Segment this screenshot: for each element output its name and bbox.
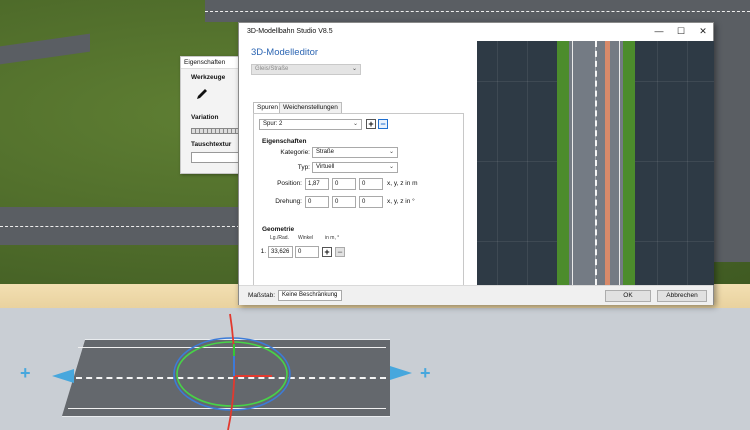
geometry-row-index: 1.	[260, 248, 266, 255]
geometry-units-header: in m, °	[325, 235, 340, 241]
typ-label: Typ:	[297, 164, 310, 171]
position-y-input[interactable]: 0	[332, 178, 356, 190]
preview-grass-right	[623, 41, 635, 285]
chevron-down-icon: ⌄	[388, 164, 394, 170]
rotation-ring-green	[176, 341, 288, 407]
swap-texture-heading: Tauschtextur	[191, 141, 232, 148]
dialog-title: 3D-Modellbahn Studio V8.5	[247, 28, 333, 35]
dialog-footer: Maßstab: Keine Beschränkung ⌄ OK Abbrech…	[239, 285, 713, 305]
background-road	[712, 22, 750, 262]
scale-label: Maßstab:	[248, 292, 276, 299]
geometry-length-input[interactable]: 33,626	[268, 246, 293, 258]
category-select: Gleis/Straße ⌄	[251, 64, 361, 75]
stretch-arrow-left-icon[interactable]	[52, 369, 74, 383]
geometry-length-header: Lg./Rad.	[270, 235, 289, 241]
preview-grid-line	[497, 41, 498, 285]
road-marking	[205, 11, 750, 12]
properties-panel: Eigenschaften Werkzeuge Variation Tausch…	[180, 56, 242, 174]
typ-value: Virtuell	[316, 164, 335, 170]
kategorie-value: Straße	[316, 149, 335, 155]
preview-axis-line	[595, 41, 596, 285]
chevron-down-icon: ⌄	[351, 66, 357, 72]
maximize-button[interactable]: ☐	[673, 25, 689, 38]
stretch-arrow-right-icon[interactable]	[390, 366, 412, 380]
preview-selected-lane	[605, 41, 610, 285]
rotation-unit: x, y, z in °	[387, 198, 415, 205]
kategorie-label: Kategorie:	[280, 149, 310, 156]
preview-grid-line	[687, 41, 688, 285]
preview-grass-left	[557, 41, 569, 285]
position-x-input[interactable]: 1,87	[305, 178, 329, 190]
transform-gizmo[interactable]	[170, 312, 300, 430]
position-label: Position:	[277, 180, 302, 187]
preview-edge-line	[572, 41, 573, 285]
preview-grid-line	[527, 41, 528, 285]
pencil-icon[interactable]	[195, 87, 209, 101]
tools-heading: Werkzeuge	[191, 74, 226, 81]
preview-grid-line	[657, 41, 658, 285]
geometry-remove-button[interactable]: −	[335, 247, 345, 257]
stretch-plus-left-icon[interactable]: +	[20, 363, 31, 384]
geometry-add-button[interactable]: +	[322, 247, 332, 257]
minimize-button[interactable]: —	[651, 25, 667, 38]
drehung-label: Drehung:	[275, 198, 302, 205]
ok-button[interactable]: OK	[605, 290, 651, 302]
lane-select-value: Spur: 2	[263, 121, 283, 127]
geometry-angle-input[interactable]: 0	[295, 246, 319, 258]
position-z-input[interactable]: 0	[359, 178, 383, 190]
rotation-y-input[interactable]: 0	[332, 196, 356, 208]
variation-selector[interactable]	[191, 128, 239, 134]
chevron-down-icon: ⌄	[388, 149, 394, 155]
cancel-button[interactable]: Abbrechen	[657, 290, 707, 302]
category-select-value: Gleis/Straße	[255, 66, 289, 72]
position-unit: x, y, z in m	[387, 180, 418, 187]
tab-weichenstellungen[interactable]: Weichenstellungen	[279, 102, 342, 113]
scale-select-value: Keine Beschränkung	[282, 292, 338, 298]
model-editor-dialog: 3D-Modellbahn Studio V8.5 — ☐ ✕ 3D-Model…	[238, 22, 714, 305]
lanes-panel: Spur: 2 ⌄ + − Eigenschaften Kategorie: S…	[253, 113, 464, 288]
variation-heading: Variation	[191, 114, 219, 121]
geometry-angle-header: Winkel	[298, 235, 314, 241]
properties-heading: Eigenschaften	[262, 138, 307, 145]
stretch-plus-right-icon[interactable]: +	[420, 363, 431, 384]
preview-edge-line	[619, 41, 620, 285]
kategorie-select[interactable]: Straße ⌄	[312, 147, 398, 158]
rotation-x-input[interactable]: 0	[305, 196, 329, 208]
dialog-titlebar[interactable]: 3D-Modellbahn Studio V8.5 — ☐ ✕	[239, 23, 713, 41]
chevron-down-icon: ⌄	[332, 292, 338, 298]
road-marking	[0, 226, 240, 227]
swap-texture-field[interactable]	[191, 152, 239, 163]
editor-left-pane: 3D-Modelleditor Gleis/Straße ⌄ Spuren We…	[239, 41, 477, 288]
properties-panel-title: Eigenschaften	[181, 57, 241, 69]
typ-select[interactable]: Virtuell ⌄	[312, 162, 398, 173]
rotation-z-input[interactable]: 0	[359, 196, 383, 208]
remove-lane-button[interactable]: −	[378, 119, 388, 129]
editor-heading: 3D-Modelleditor	[251, 47, 319, 58]
lane-select[interactable]: Spur: 2 ⌄	[259, 119, 362, 130]
scale-select[interactable]: Keine Beschränkung ⌄	[278, 290, 342, 301]
add-lane-button[interactable]: +	[366, 119, 376, 129]
close-button[interactable]: ✕	[695, 25, 711, 38]
chevron-down-icon: ⌄	[352, 121, 358, 127]
geometry-heading: Geometrie	[262, 226, 295, 233]
model-preview[interactable]	[477, 41, 714, 285]
